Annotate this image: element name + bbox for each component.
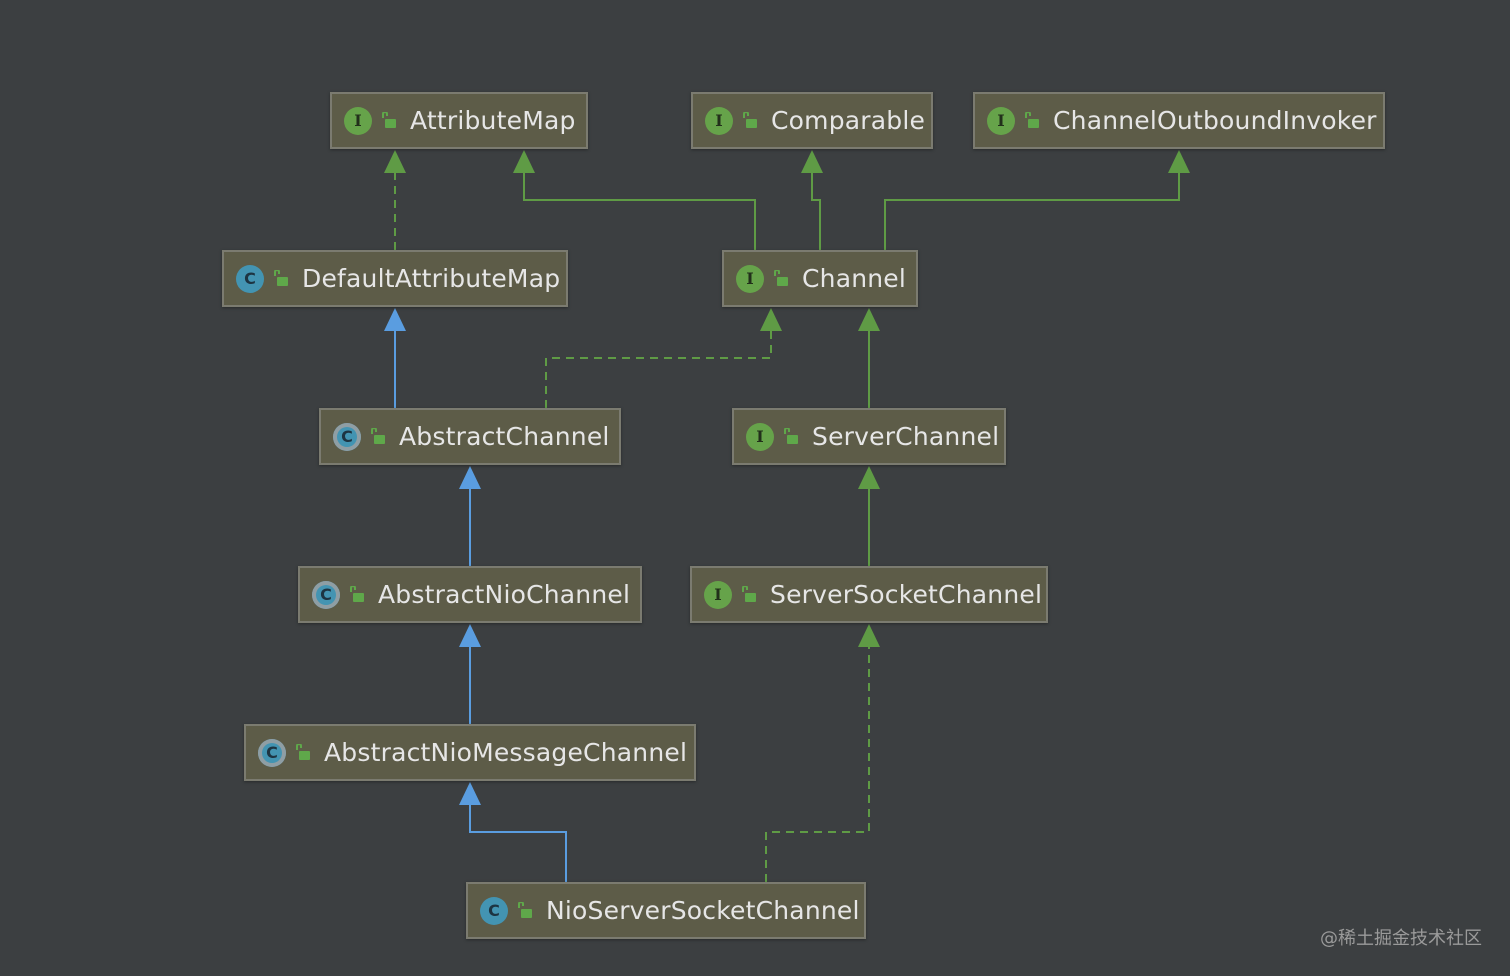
class-icon: C	[480, 896, 508, 925]
node-label: AbstractNioChannel	[378, 580, 631, 609]
edge-abstractchannel-channel	[545, 330, 772, 408]
public-visibility-icon	[1025, 111, 1039, 128]
edge-nioserversocketchannel-abstractniomessagechannel	[469, 804, 567, 882]
node-nioserversocketchannel[interactable]: C NioServerSocketChannel	[466, 882, 866, 939]
arrowhead-comparable	[801, 150, 823, 173]
public-visibility-icon	[784, 427, 798, 444]
node-defaultattributemap[interactable]: C DefaultAttributeMap	[222, 250, 568, 307]
node-abstractchannel[interactable]: C AbstractChannel	[319, 408, 621, 465]
watermark: @稀土掘金技术社区	[1320, 928, 1482, 949]
public-visibility-icon	[382, 111, 396, 128]
node-comparable[interactable]: I Comparable	[691, 92, 933, 149]
arrowhead-defaultattributemap	[384, 308, 406, 331]
edge-nioserversocketchannel-serversocketchannel	[765, 646, 870, 882]
abstract-class-icon: C	[258, 738, 286, 767]
node-abstractniomessagechannel[interactable]: C AbstractNioMessageChannel	[244, 724, 696, 781]
node-abstractniochannel[interactable]: C AbstractNioChannel	[298, 566, 642, 623]
interface-icon: I	[705, 106, 733, 135]
abstract-class-icon: C	[333, 422, 361, 451]
arrowhead-channel-left	[760, 308, 782, 331]
node-label: AttributeMap	[410, 106, 576, 135]
node-label: AbstractChannel	[399, 422, 610, 451]
public-visibility-icon	[742, 585, 756, 602]
edge-channel-channeloutboundinvoker	[884, 172, 1180, 250]
arrowhead-channeloutboundinvoker	[1168, 150, 1190, 173]
arrowhead-abstractniomessagechannel	[459, 782, 481, 805]
node-attributemap[interactable]: I AttributeMap	[330, 92, 588, 149]
abstract-class-icon: C	[312, 580, 340, 609]
edge-channel-comparable	[811, 172, 821, 250]
interface-icon: I	[736, 264, 764, 293]
interface-icon: I	[987, 106, 1015, 135]
arrowhead-abstractchannel	[459, 466, 481, 489]
node-serversocketchannel[interactable]: I ServerSocketChannel	[690, 566, 1048, 623]
node-label: DefaultAttributeMap	[302, 264, 561, 293]
arrowhead-abstractniochannel	[459, 624, 481, 647]
arrowhead-channel-right	[858, 308, 880, 331]
interface-icon: I	[746, 422, 774, 451]
node-label: Channel	[802, 264, 907, 293]
public-visibility-icon	[518, 901, 532, 918]
node-label: ServerChannel	[812, 422, 1000, 451]
node-label: ServerSocketChannel	[770, 580, 1043, 609]
arrowhead-serversocketchannel	[858, 624, 880, 647]
arrowhead-attributemap-right	[513, 150, 535, 173]
edge-channel-attributemap	[523, 172, 756, 250]
node-label: ChannelOutboundInvoker	[1053, 106, 1377, 135]
public-visibility-icon	[296, 743, 310, 760]
arrowhead-attributemap-left	[384, 150, 406, 173]
public-visibility-icon	[774, 269, 788, 286]
node-serverchannel[interactable]: I ServerChannel	[732, 408, 1006, 465]
public-visibility-icon	[274, 269, 288, 286]
interface-icon: I	[344, 106, 372, 135]
public-visibility-icon	[371, 427, 385, 444]
public-visibility-icon	[743, 111, 757, 128]
interface-icon: I	[704, 580, 732, 609]
node-label: NioServerSocketChannel	[546, 896, 860, 925]
class-icon: C	[236, 264, 264, 293]
public-visibility-icon	[350, 585, 364, 602]
arrowhead-serverchannel	[858, 466, 880, 489]
node-label: Comparable	[771, 106, 926, 135]
node-channel[interactable]: I Channel	[722, 250, 918, 307]
node-channeloutboundinvoker[interactable]: I ChannelOutboundInvoker	[973, 92, 1385, 149]
node-label: AbstractNioMessageChannel	[324, 738, 688, 767]
